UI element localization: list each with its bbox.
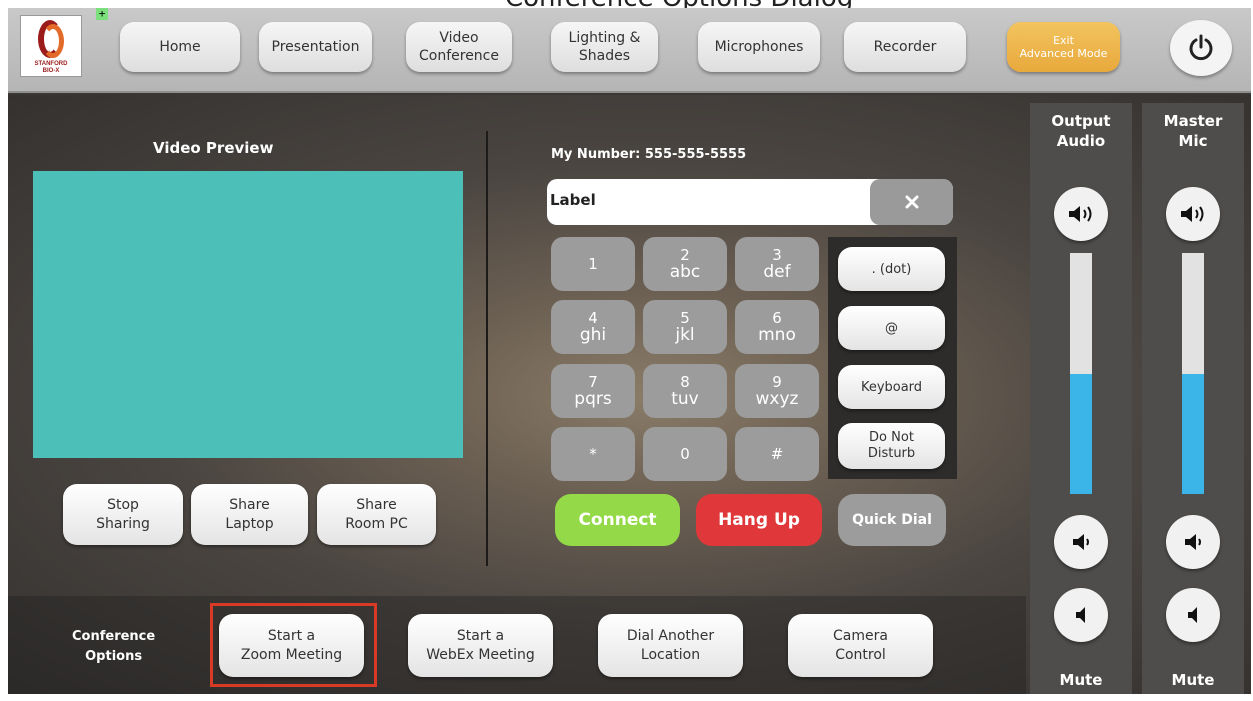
key-digit: 4 <box>588 309 598 327</box>
dot-button[interactable]: . (dot) <box>838 247 945 291</box>
recorder-button[interactable]: Recorder <box>844 22 966 72</box>
hang-up-button[interactable]: Hang Up <box>696 494 822 546</box>
logo-helix-orange <box>42 24 64 58</box>
start-webex-meeting-button[interactable]: Start a WebEx Meeting <box>408 614 553 677</box>
quick-dial-button[interactable]: Quick Dial <box>838 494 946 546</box>
start-zoom-meeting-button[interactable]: Start a Zoom Meeting <box>219 614 364 677</box>
master-level-fill <box>1182 373 1204 494</box>
volume-up-icon <box>1181 206 1204 222</box>
key-1[interactable]: 1 <box>551 237 635 291</box>
key-digit: 9 <box>772 373 782 391</box>
output-mute-label: Mute <box>1059 671 1103 689</box>
key-star[interactable]: * <box>551 427 635 481</box>
key-2[interactable]: 2 abc <box>643 237 727 291</box>
logo-text-biox: BIO-X <box>42 68 60 74</box>
key-4[interactable]: 4 ghi <box>551 300 635 354</box>
key-letters: tuv <box>671 389 699 409</box>
key-9[interactable]: 9 wxyz <box>735 364 819 418</box>
clear-input-button[interactable] <box>870 179 953 225</box>
close-icon <box>905 195 918 209</box>
video-conference-button[interactable]: Video Conference <box>406 22 512 72</box>
key-digit: # <box>770 445 784 463</box>
master-mic-title: Master Mic <box>1163 112 1223 150</box>
conference-options-label: Conference Options <box>72 629 156 664</box>
volume-up-icon <box>1069 206 1092 222</box>
power-button[interactable] <box>1170 20 1232 76</box>
volume-down-icon <box>1185 534 1201 550</box>
connect-button[interactable]: Connect <box>555 494 680 546</box>
key-digit: 1 <box>588 255 598 273</box>
output-volume-up-button[interactable] <box>1054 187 1108 241</box>
key-digit: 0 <box>680 445 690 463</box>
speaker-mute-icon <box>1188 607 1197 623</box>
at-button[interactable]: @ <box>838 306 945 350</box>
key-digit: 7 <box>588 373 598 391</box>
panel-divider <box>486 131 488 566</box>
master-mute-button[interactable] <box>1166 588 1220 642</box>
volume-down-icon <box>1073 534 1089 550</box>
share-laptop-button[interactable]: Share Laptop <box>191 484 308 545</box>
key-8[interactable]: 8 tuv <box>643 364 727 418</box>
key-letters: pqrs <box>574 389 612 409</box>
key-digit: * <box>589 445 597 463</box>
presentation-button[interactable]: Presentation <box>259 22 372 72</box>
video-preview-title: Video Preview <box>153 139 274 157</box>
key-letters: mno <box>758 325 796 345</box>
my-number-label: My Number: 555-555-5555 <box>551 147 747 162</box>
key-letters: jkl <box>675 325 695 345</box>
dial-input-value: Label <box>550 191 596 209</box>
key-hash[interactable]: # <box>735 427 819 481</box>
do-not-disturb-button[interactable]: Do Not Disturb <box>838 423 945 469</box>
stop-sharing-button[interactable]: Stop Sharing <box>63 484 183 545</box>
share-room-pc-button[interactable]: Share Room PC <box>317 484 436 545</box>
output-volume-down-button[interactable] <box>1054 515 1108 569</box>
output-level-fill <box>1070 373 1092 494</box>
lighting-shades-button[interactable]: Lighting & Shades <box>551 22 658 72</box>
dial-another-location-button[interactable]: Dial Another Location <box>598 614 743 677</box>
master-mic-column: Master Mic Mute <box>1142 103 1244 694</box>
logo-text-stanford: STANFORD <box>34 61 68 67</box>
output-audio-title: Output Audio <box>1051 112 1111 150</box>
top-nav-bar: STANFORD BIO-X + Home Presentation Video… <box>8 8 1251 93</box>
key-digit: 3 <box>772 246 782 264</box>
stanford-bio-x-logo: STANFORD BIO-X <box>20 15 82 77</box>
video-preview-window <box>33 171 463 458</box>
plus-icon[interactable]: + <box>96 8 108 20</box>
master-volume-down-button[interactable] <box>1166 515 1220 569</box>
keyboard-button[interactable]: Keyboard <box>838 365 945 409</box>
key-letters: abc <box>669 262 701 282</box>
key-digit: 8 <box>680 373 690 391</box>
output-mute-button[interactable] <box>1054 588 1108 642</box>
key-letters: wxyz <box>755 389 799 409</box>
key-3[interactable]: 3 def <box>735 237 819 291</box>
key-5[interactable]: 5 jkl <box>643 300 727 354</box>
home-button[interactable]: Home <box>120 22 240 72</box>
microphones-button[interactable]: Microphones <box>698 22 820 72</box>
master-level-meter[interactable] <box>1182 253 1204 494</box>
power-icon <box>1189 34 1213 61</box>
key-letters: ghi <box>579 325 607 345</box>
master-volume-up-button[interactable] <box>1166 187 1220 241</box>
key-7[interactable]: 7 pqrs <box>551 364 635 418</box>
key-digit: 2 <box>680 246 690 264</box>
output-level-meter[interactable] <box>1070 253 1092 494</box>
exit-advanced-mode-button[interactable]: Exit Advanced Mode <box>1007 22 1120 72</box>
key-letters: def <box>763 262 791 282</box>
key-6[interactable]: 6 mno <box>735 300 819 354</box>
key-0[interactable]: 0 <box>643 427 727 481</box>
master-mute-label: Mute <box>1171 671 1215 689</box>
camera-control-button[interactable]: Camera Control <box>788 614 933 677</box>
speaker-mute-icon <box>1076 607 1085 623</box>
output-audio-column: Output Audio Mute <box>1030 103 1132 694</box>
control-panel: STANFORD BIO-X + Home Presentation Video… <box>8 8 1251 694</box>
key-digit: 6 <box>772 309 782 327</box>
key-digit: 5 <box>680 309 690 327</box>
